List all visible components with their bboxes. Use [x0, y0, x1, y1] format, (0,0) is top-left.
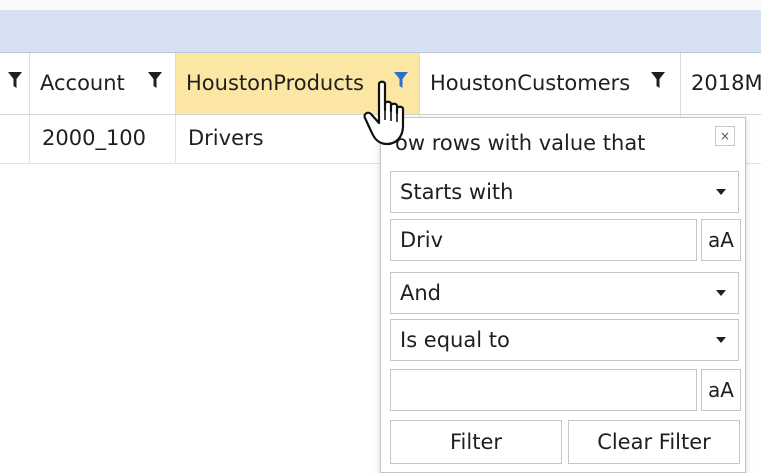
operator-select-2-value: Is equal to: [400, 328, 510, 352]
column-header-houstoncustomers[interactable]: HoustonCustomers: [420, 53, 681, 114]
dropdown-caret-icon: [716, 290, 726, 296]
operator-select-1[interactable]: Starts with: [390, 171, 739, 213]
logic-operator-value: And: [400, 281, 442, 305]
filter-button[interactable]: Filter: [390, 420, 562, 464]
column-header-partial[interactable]: [0, 53, 30, 114]
column-header-label: Account: [40, 71, 125, 95]
match-case-toggle-1[interactable]: aA: [701, 219, 741, 261]
logic-operator-select[interactable]: And: [390, 272, 739, 314]
filter-funnel-icon[interactable]: [148, 71, 162, 89]
table-cell[interactable]: [0, 115, 30, 163]
filter-value-input-1[interactable]: Driv: [390, 219, 697, 261]
group-panel: [0, 10, 761, 53]
close-icon[interactable]: ×: [715, 126, 735, 146]
dropdown-caret-icon: [716, 337, 726, 343]
operator-select-1-value: Starts with: [400, 180, 514, 204]
filter-popup: ow rows with value that × Starts with Dr…: [380, 117, 746, 473]
operator-select-2[interactable]: Is equal to: [390, 319, 739, 361]
match-case-toggle-2[interactable]: aA: [701, 369, 741, 411]
filter-value-input-2[interactable]: [390, 369, 697, 411]
table-cell-account[interactable]: 2000_100: [30, 115, 176, 163]
column-header-account[interactable]: Account: [30, 53, 176, 114]
clear-filter-button[interactable]: Clear Filter: [568, 420, 740, 464]
column-header-label: HoustonProducts: [186, 71, 364, 95]
filter-funnel-icon[interactable]: [651, 71, 665, 89]
column-header-2018m[interactable]: 2018M: [681, 53, 761, 114]
hand-pointer-cursor-icon: [363, 80, 405, 146]
filter-funnel-icon[interactable]: [8, 71, 22, 89]
filter-popup-title: ow rows with value that: [395, 131, 646, 155]
dropdown-caret-icon: [716, 189, 726, 195]
column-header-label: HoustonCustomers: [430, 71, 631, 95]
column-header-label: 2018M: [691, 71, 761, 95]
